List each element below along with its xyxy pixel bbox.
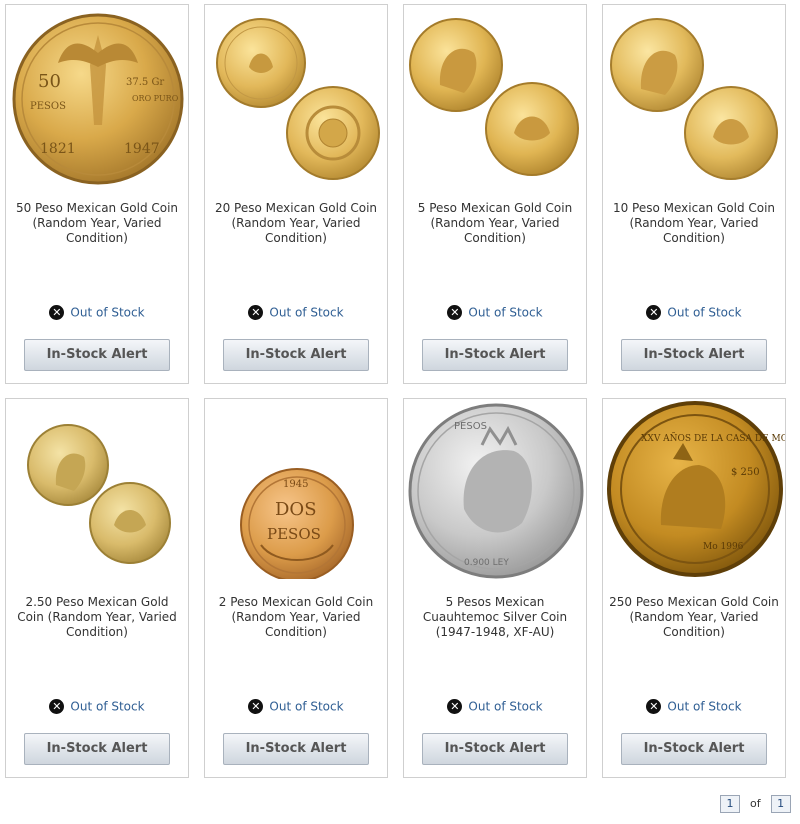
coin-2-50-peso-image xyxy=(27,424,171,564)
in-stock-alert-button[interactable]: In-Stock Alert xyxy=(24,339,170,371)
in-stock-alert-button[interactable]: In-Stock Alert xyxy=(422,339,568,371)
svg-text:1945: 1945 xyxy=(283,479,308,490)
in-stock-alert-button[interactable]: In-Stock Alert xyxy=(621,733,767,765)
product-card: 50 PESOS 37.5 Gr ORO PURO 1821 1947 50 P… xyxy=(5,4,189,384)
stock-status: ✕ Out of Stock xyxy=(6,305,188,320)
product-title[interactable]: 50 Peso Mexican Gold Coin (Random Year, … xyxy=(12,201,182,246)
coin-50-peso-image: 50 PESOS 37.5 Gr ORO PURO 1821 1947 xyxy=(12,13,184,185)
pagination: 1 of 1 xyxy=(720,795,791,813)
product-grid: 50 PESOS 37.5 Gr ORO PURO 1821 1947 50 P… xyxy=(0,0,800,824)
svg-text:PESOS: PESOS xyxy=(30,101,66,112)
in-stock-alert-button[interactable]: In-Stock Alert xyxy=(621,339,767,371)
stock-status: ✕ Out of Stock xyxy=(205,699,387,714)
stock-status: ✕ Out of Stock xyxy=(6,699,188,714)
product-title[interactable]: 10 Peso Mexican Gold Coin (Random Year, … xyxy=(609,201,779,246)
x-circle-icon: ✕ xyxy=(248,699,264,714)
product-title[interactable]: 2 Peso Mexican Gold Coin (Random Year, V… xyxy=(211,595,381,640)
x-circle-icon: ✕ xyxy=(646,699,662,714)
coin-2-peso-image: 1945 DOS PESOS xyxy=(240,468,354,579)
coin-5-peso-image xyxy=(409,18,579,176)
svg-text:1821: 1821 xyxy=(40,141,76,157)
stock-status: ✕ Out of Stock xyxy=(404,305,586,320)
stock-status: ✕ Out of Stock xyxy=(404,699,586,714)
coin-250-peso-image: XXV AÑOS DE LA CASA DE MONEDA $ 250 Mo 1… xyxy=(607,401,785,577)
product-title[interactable]: 5 Pesos Mexican Cuauhtemoc Silver Coin (… xyxy=(410,595,580,640)
total-pages-button[interactable]: 1 xyxy=(770,795,791,813)
x-circle-icon: ✕ xyxy=(248,305,264,320)
product-card: 10 Peso Mexican Gold Coin (Random Year, … xyxy=(602,4,786,384)
svg-text:PESOS: PESOS xyxy=(454,421,487,432)
product-card: XXV AÑOS DE LA CASA DE MONEDA $ 250 Mo 1… xyxy=(602,398,786,778)
product-card: 2.50 Peso Mexican Gold Coin (Random Year… xyxy=(5,398,189,778)
svg-text:ORO PURO: ORO PURO xyxy=(132,94,179,103)
coin-5-pesos-silver-image: PESOS 0.900 LEY xyxy=(408,403,584,579)
product-card: 5 Peso Mexican Gold Coin (Random Year, V… xyxy=(403,4,587,384)
x-circle-icon: ✕ xyxy=(447,699,463,714)
product-card: 1945 DOS PESOS 2 Peso Mexican Gold Coin … xyxy=(204,398,388,778)
coin-10-peso-image xyxy=(610,18,778,180)
pagination-of-label: of xyxy=(750,797,761,810)
x-circle-icon: ✕ xyxy=(49,699,65,714)
product-image[interactable]: 1945 DOS PESOS xyxy=(205,399,387,579)
x-circle-icon: ✕ xyxy=(49,305,65,320)
svg-text:50: 50 xyxy=(38,71,61,92)
product-image[interactable]: 50 PESOS 37.5 Gr ORO PURO 1821 1947 xyxy=(6,5,188,185)
product-image[interactable]: PESOS 0.900 LEY xyxy=(404,399,586,579)
product-image[interactable]: XXV AÑOS DE LA CASA DE MONEDA $ 250 Mo 1… xyxy=(603,399,785,579)
svg-text:DOS: DOS xyxy=(275,499,317,520)
svg-text:$ 250: $ 250 xyxy=(731,467,760,478)
in-stock-alert-button[interactable]: In-Stock Alert xyxy=(24,733,170,765)
product-title[interactable]: 5 Peso Mexican Gold Coin (Random Year, V… xyxy=(410,201,580,246)
product-image[interactable] xyxy=(404,5,586,185)
product-title[interactable]: 2.50 Peso Mexican Gold Coin (Random Year… xyxy=(12,595,182,640)
stock-status: ✕ Out of Stock xyxy=(205,305,387,320)
stock-status: ✕ Out of Stock xyxy=(603,305,785,320)
x-circle-icon: ✕ xyxy=(646,305,662,320)
svg-text:PESOS: PESOS xyxy=(267,525,321,543)
in-stock-alert-button[interactable]: In-Stock Alert xyxy=(223,733,369,765)
svg-text:0.900 LEY: 0.900 LEY xyxy=(464,558,509,568)
in-stock-alert-button[interactable]: In-Stock Alert xyxy=(422,733,568,765)
product-title[interactable]: 20 Peso Mexican Gold Coin (Random Year, … xyxy=(211,201,381,246)
product-title[interactable]: 250 Peso Mexican Gold Coin (Random Year,… xyxy=(609,595,779,640)
coin-20-peso-image xyxy=(216,18,380,180)
stock-status: ✕ Out of Stock xyxy=(603,699,785,714)
product-image[interactable] xyxy=(603,5,785,185)
product-card: 20 Peso Mexican Gold Coin (Random Year, … xyxy=(204,4,388,384)
svg-text:XXV AÑOS DE LA CASA DE MONEDA: XXV AÑOS DE LA CASA DE MONEDA xyxy=(641,432,785,444)
current-page-button[interactable]: 1 xyxy=(720,795,740,813)
product-card: PESOS 0.900 LEY 5 Pesos Mexican Cuauhtem… xyxy=(403,398,587,778)
svg-text:37.5 Gr: 37.5 Gr xyxy=(126,77,164,88)
product-image[interactable] xyxy=(6,399,188,579)
svg-text:1947: 1947 xyxy=(124,141,160,157)
product-image[interactable] xyxy=(205,5,387,185)
x-circle-icon: ✕ xyxy=(447,305,463,320)
in-stock-alert-button[interactable]: In-Stock Alert xyxy=(223,339,369,371)
svg-text:Mo 1996: Mo 1996 xyxy=(703,542,744,552)
